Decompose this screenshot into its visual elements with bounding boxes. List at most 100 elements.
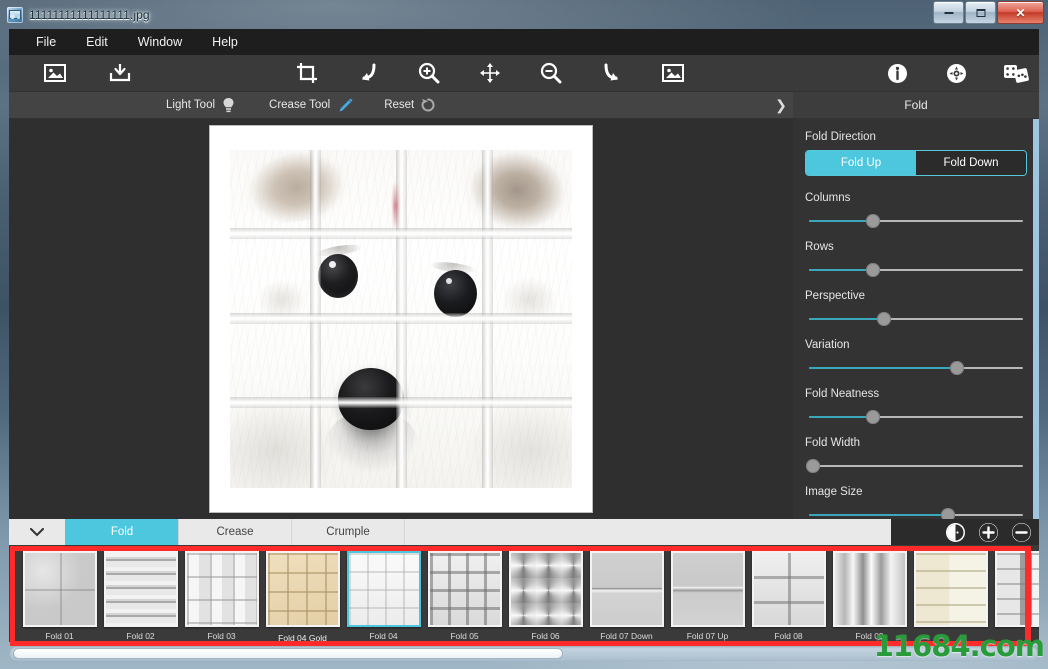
open-image-button[interactable] [31, 55, 78, 91]
menu-file[interactable]: File [21, 31, 71, 53]
save-tray-icon [109, 64, 130, 82]
preset-item[interactable]: Fold 09 [829, 545, 910, 641]
rows-slider[interactable] [809, 263, 1023, 277]
zoom-out-button[interactable] [527, 55, 574, 91]
preset-label: Fold 08 [774, 631, 803, 641]
fold-neatness-slider[interactable] [809, 410, 1023, 424]
menu-edit[interactable]: Edit [71, 31, 123, 53]
preset-label: Fold 05 [450, 631, 479, 641]
save-image-button[interactable] [96, 55, 143, 91]
preset-label: Fold 01 [45, 631, 74, 641]
zoom-in-button[interactable] [405, 55, 452, 91]
right-panel-title: Fold [793, 92, 1039, 118]
preset-thumbnail[interactable] [508, 551, 583, 627]
preset-thumbnail[interactable] [589, 551, 664, 627]
add-preset-button[interactable] [979, 522, 998, 542]
settings-button[interactable] [933, 55, 980, 91]
preset-options-button[interactable] [946, 522, 965, 542]
tab-crease[interactable]: Crease [178, 519, 291, 545]
preset-item[interactable]: Fold 07 Up [667, 545, 748, 641]
fit-image-button[interactable] [649, 55, 696, 91]
randomize-button[interactable] [992, 55, 1039, 91]
slider-columns: Columns [805, 192, 1027, 228]
preset-item[interactable]: Fold 04 Gold [262, 545, 343, 642]
preset-thumbnail-strip[interactable]: Fold 01 Fold 02 Fold 03 Fold 04 Gold Fol [9, 545, 1039, 642]
fold-neatness-slider-handle[interactable] [866, 410, 881, 424]
crease-tool-button[interactable]: Crease Tool [269, 97, 354, 114]
fold-up-option[interactable]: Fold Up [806, 151, 916, 175]
preset-thumbnail[interactable] [751, 551, 826, 627]
preset-label: Fold 07 Down [600, 631, 653, 641]
columns-slider-handle[interactable] [866, 214, 881, 228]
tab-fold[interactable]: Fold [65, 519, 178, 545]
light-tool-button[interactable]: Light Tool [166, 97, 235, 114]
perspective-slider-handle[interactable] [876, 312, 891, 326]
forehead-mark [393, 182, 400, 230]
preset-item[interactable]: Fold 08 [748, 545, 829, 641]
fold-neatness-label: Fold Neatness [805, 388, 880, 400]
dog-nose [338, 368, 404, 430]
preset-item[interactable] [991, 545, 1039, 631]
preset-item[interactable]: Fold 07 Down [586, 545, 667, 641]
slider-perspective: Perspective [805, 290, 1027, 326]
remove-preset-button[interactable] [1012, 522, 1031, 542]
preset-item[interactable] [910, 545, 991, 631]
preset-item[interactable]: Fold 01 [19, 545, 100, 641]
perspective-slider[interactable] [809, 312, 1023, 326]
variation-slider[interactable] [809, 361, 1023, 375]
preset-item[interactable]: Fold 02 [100, 545, 181, 641]
preset-thumbnail[interactable] [994, 551, 1039, 627]
scrollbar-thumb[interactable] [13, 648, 563, 659]
tab-crumple[interactable]: Crumple [291, 519, 404, 545]
preset-item[interactable]: Fold 05 [424, 545, 505, 641]
fold-width-label: Fold Width [805, 437, 860, 449]
minimize-button[interactable] [933, 1, 964, 24]
menu-help[interactable]: Help [197, 31, 253, 53]
rows-slider-handle[interactable] [866, 263, 881, 277]
close-button[interactable]: ✕ [997, 1, 1044, 24]
collapse-presets-button[interactable] [9, 519, 65, 545]
columns-slider[interactable] [809, 214, 1023, 228]
pencil-icon [339, 98, 353, 111]
panel-scrollbar[interactable] [1033, 119, 1039, 519]
preset-item[interactable]: Fold 03 [181, 545, 262, 641]
preset-thumbnail[interactable] [832, 551, 907, 627]
canvas-area[interactable] [9, 119, 793, 519]
reset-button[interactable]: Reset [384, 98, 435, 112]
preset-thumbnail[interactable] [265, 551, 340, 627]
preset-thumbnail[interactable] [346, 551, 421, 627]
zoom-in-icon [418, 62, 439, 84]
image-file-icon [7, 6, 23, 23]
preset-thumbnail[interactable] [184, 551, 259, 627]
fold-width-slider-handle[interactable] [806, 459, 821, 473]
preset-browser: Fold Crease Crumple Fold 01 Fold 02 Fold… [9, 519, 1039, 642]
expand-panel-arrow[interactable]: ❯ [769, 92, 793, 118]
undo-button[interactable] [344, 55, 391, 91]
redo-button[interactable] [588, 55, 635, 91]
image-canvas[interactable] [209, 125, 593, 513]
slider-image-size: Image Size [805, 486, 1027, 522]
lightbulb-icon [223, 97, 234, 112]
crop-button[interactable] [283, 55, 330, 91]
preset-item[interactable]: Fold 06 [505, 545, 586, 641]
preset-thumbnail[interactable] [103, 551, 178, 627]
preset-actions [946, 519, 1031, 545]
slider-variation: Variation [805, 339, 1027, 375]
fold-width-slider[interactable] [806, 459, 1023, 473]
info-button[interactable] [874, 55, 921, 91]
main-toolbar [9, 55, 1039, 92]
menu-window[interactable]: Window [123, 31, 197, 53]
fold-down-option[interactable]: Fold Down [916, 151, 1026, 175]
preset-thumbnail[interactable] [670, 551, 745, 627]
preset-thumbnail[interactable] [427, 551, 502, 627]
undo-arrow-icon [361, 63, 375, 81]
preset-thumbnail[interactable] [22, 551, 97, 627]
maximize-button[interactable] [965, 1, 996, 24]
variation-slider-handle[interactable] [949, 361, 964, 375]
pan-button[interactable] [466, 55, 513, 91]
preset-item-selected[interactable]: Fold 04 [343, 545, 424, 641]
slider-fold-neatness: Fold Neatness [805, 388, 1027, 424]
preset-thumbnail[interactable] [913, 551, 988, 627]
preset-label: Fold 07 Up [686, 631, 729, 641]
preset-label: Fold 06 [531, 631, 560, 641]
